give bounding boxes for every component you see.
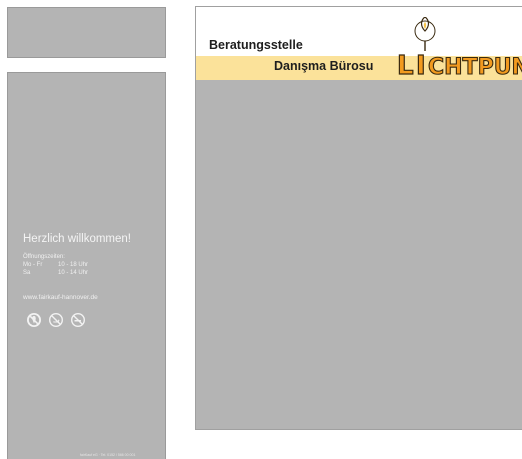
poster-title: Beratungsstelle: [209, 38, 303, 52]
no-dog-icon: [48, 312, 64, 328]
no-smoking-icon: [70, 312, 86, 328]
svg-text:CHTPUNKT: CHTPUNKT: [428, 55, 522, 79]
door-footer-text: fairKauf eG · Tel. 0152 / 566 00 001: [80, 453, 136, 457]
lichtpunkt-logo: L I CHTPUNKT: [396, 17, 522, 79]
website-url: www.fairkauf-hannover.de: [23, 294, 98, 301]
welcome-heading: Herzlich willkommen!: [23, 233, 131, 245]
opening-hours-weekdays: Mo - Fr 10 - 18 Uhr: [23, 262, 88, 268]
weekdays-time: 10 - 18 Uhr: [58, 262, 89, 268]
saturday-time: 10 - 14 Uhr: [58, 270, 89, 276]
poster-subtitle: Danışma Bürosu: [274, 59, 374, 73]
poster: Beratungsstelle Danışma Bürosu L I CHTPU…: [195, 6, 522, 430]
no-ice-cream-icon: [27, 313, 41, 327]
opening-hours-label: Öffnungszeiten:: [23, 254, 65, 260]
logo-letters: L: [397, 51, 414, 79]
opening-hours-saturday: Sa 10 - 14 Uhr: [23, 270, 88, 276]
weekdays-label: Mo - Fr: [23, 262, 43, 268]
saturday-label: Sa: [23, 270, 31, 276]
prohibition-icons: [26, 312, 86, 328]
svg-text:I: I: [416, 51, 426, 79]
small-sign-panel: [7, 7, 166, 58]
